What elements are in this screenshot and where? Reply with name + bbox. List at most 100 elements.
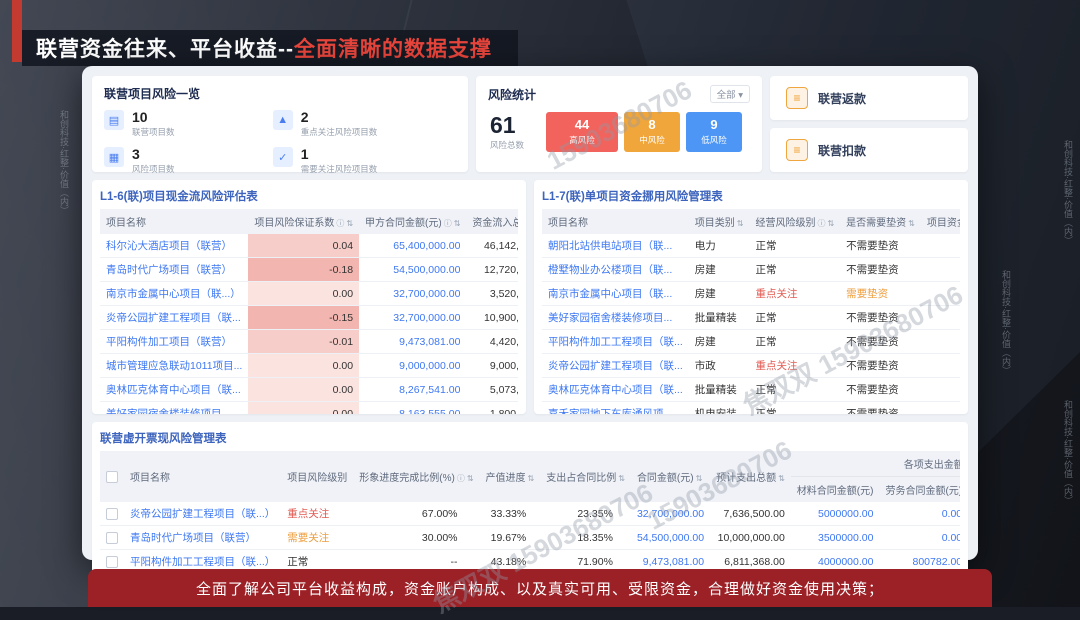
column-header[interactable]: 项目名称: [100, 209, 248, 234]
fund-balance-cell[interactable]: 4,421,335: [921, 378, 960, 402]
table-row[interactable]: 炎帝公园扩建工程项目（联... 市政 重点关注 不需要垫资 3,733,500: [542, 354, 960, 378]
output-progress-cell: 33.33%: [480, 502, 541, 526]
project-link[interactable]: 橙墅物业办公楼项目（联...: [548, 262, 683, 277]
table-row[interactable]: 橙墅物业办公楼项目（联... 房建 正常 不需要垫资 374,333: [542, 258, 960, 282]
project-link[interactable]: 炎帝公园扩建工程项目（联...: [548, 358, 683, 373]
sort-icon[interactable]: ⇅: [696, 474, 703, 483]
contract-amount-cell[interactable]: 32,700,000.00: [359, 306, 466, 330]
column-header[interactable]: 支出占合同比例⇅: [540, 451, 631, 502]
table-row[interactable]: 城市管理应急联动1011项目... 0.00 9,000,000.00 9,00…: [100, 354, 518, 378]
fund-balance-cell[interactable]: 951,900: [921, 282, 960, 306]
column-header[interactable]: 形象进度完成比例(%)ⓘ⇅: [353, 451, 479, 502]
table-row[interactable]: 青岛时代广场项目（联营） 需要关注 30.00% 19.67% 18.35% 5…: [100, 526, 960, 550]
sort-icon[interactable]: ⇅: [528, 474, 535, 483]
table-row[interactable]: 炎帝公园扩建工程项目（联... -0.15 32,700,000.00 10,9…: [100, 306, 518, 330]
project-link[interactable]: 奥林匹克体育中心项目（联...: [548, 382, 683, 397]
sort-icon[interactable]: ⇅: [737, 219, 744, 228]
deduction-action-card[interactable]: ≡ 联营扣款: [770, 128, 968, 172]
project-link[interactable]: 平阳构件加工项目（联营）: [106, 334, 242, 349]
refund-action-card[interactable]: ≡ 联营返款: [770, 76, 968, 120]
sort-icon[interactable]: ⇅: [346, 219, 353, 228]
project-link[interactable]: 南京市金属中心项目（联...: [548, 286, 683, 301]
table-row[interactable]: 奥林匹克体育中心项目（联... 0.00 8,267,541.00 5,073,…: [100, 378, 518, 402]
fund-balance-cell[interactable]: 3,733,500: [921, 354, 960, 378]
column-header[interactable]: 项目风险级别: [281, 451, 353, 502]
table-row[interactable]: 奥林匹克体育中心项目（联... 批量精装 正常 不需要垫资 4,421,335: [542, 378, 960, 402]
column-header[interactable]: 资金流入总额ⓘ⇅: [466, 209, 518, 234]
advance-cell: 不需要垫资: [840, 378, 921, 402]
fund-balance-cell[interactable]: 0: [921, 234, 960, 258]
contract-amount-cell[interactable]: 54,500,000.00: [631, 526, 710, 550]
column-header[interactable]: 劳务合同金额(元): [879, 477, 960, 503]
table-row[interactable]: 朝阳北站供电站项目（联... 电力 正常 不需要垫资 0: [542, 234, 960, 258]
sort-icon[interactable]: ⇅: [778, 474, 785, 483]
table-row[interactable]: 南京市金属中心项目（联... 房建 重点关注 需要垫资 951,900: [542, 282, 960, 306]
category-cell: 市政: [689, 354, 750, 378]
risk-level-value: 8: [624, 118, 680, 132]
fund-balance-cell[interactable]: 5,425,000: [921, 402, 960, 415]
project-link[interactable]: 炎帝公园扩建工程项目（联...）: [130, 506, 275, 521]
project-link[interactable]: 青岛时代广场项目（联营）: [106, 262, 242, 277]
column-header[interactable]: 项目名称: [124, 451, 281, 502]
project-link[interactable]: 城市管理应急联动1011项目...: [106, 358, 242, 373]
table-row[interactable]: 青岛时代广场项目（联营） -0.18 54,500,000.00 12,720,…: [100, 258, 518, 282]
project-link[interactable]: 朝阳北站供电站项目（联...: [548, 238, 683, 253]
column-header[interactable]: 项目资金池余额(元)ⓘ⇅: [921, 209, 960, 234]
project-name-cell: 青岛时代广场项目（联营）: [100, 258, 248, 282]
project-link[interactable]: 美好家园宿舍楼装修项目...: [548, 310, 683, 325]
project-link[interactable]: 奥林匹克体育中心项目（联...: [106, 382, 242, 397]
column-header[interactable]: 甲方合同金额(元)ⓘ⇅: [359, 209, 466, 234]
row-checkbox[interactable]: [106, 556, 118, 568]
sort-icon[interactable]: ⇅: [618, 474, 625, 483]
project-link[interactable]: 平阳构件加工工程项目（联...: [548, 334, 683, 349]
contract-amount-cell[interactable]: 32,700,000.00: [359, 282, 466, 306]
stat-label: 风险项目数: [132, 163, 175, 175]
column-header[interactable]: 预计支出总额⇅: [710, 451, 791, 502]
column-header[interactable]: 项目类别⇅: [689, 209, 750, 234]
fund-balance-cell[interactable]: 1,132,362: [921, 330, 960, 354]
column-header[interactable]: 经营风险级别ⓘ⇅: [749, 209, 840, 234]
project-link[interactable]: 科尔沁大酒店项目（联营）: [106, 238, 242, 253]
column-header[interactable]: 是否需要垫资⇅: [840, 209, 921, 234]
labor-amount-cell[interactable]: 0.00: [879, 502, 960, 526]
sort-icon[interactable]: ⇅: [454, 219, 461, 228]
contract-amount-cell[interactable]: 32,700,000.00: [631, 502, 710, 526]
table-row[interactable]: 平阳构件加工工程项目（联... 房建 正常 不需要垫资 1,132,362: [542, 330, 960, 354]
project-link[interactable]: 嘉禾家园地下车库通风项...: [548, 406, 683, 414]
sort-icon[interactable]: ⇅: [467, 474, 474, 483]
contract-amount-cell[interactable]: 8,267,541.00: [359, 378, 466, 402]
table-row[interactable]: 平阳构件加工项目（联营） -0.01 9,473,081.00 4,420,46…: [100, 330, 518, 354]
table-row[interactable]: 炎帝公园扩建工程项目（联...） 重点关注 67.00% 33.33% 23.3…: [100, 502, 960, 526]
contract-amount-cell[interactable]: 9,000,000.00: [359, 354, 466, 378]
table-row[interactable]: 科尔沁大酒店项目（联营） 0.04 65,400,000.00 46,142,3…: [100, 234, 518, 258]
row-checkbox[interactable]: [106, 508, 118, 520]
column-header[interactable]: 材料合同金额(元): [791, 477, 880, 503]
sort-icon[interactable]: ⇅: [827, 219, 834, 228]
material-amount-cell[interactable]: 3500000.00: [791, 526, 880, 550]
contract-amount-cell[interactable]: 8,163,555.00: [359, 402, 466, 415]
project-link[interactable]: 青岛时代广场项目（联营）: [130, 530, 275, 545]
contract-amount-cell[interactable]: 65,400,000.00: [359, 234, 466, 258]
sort-icon[interactable]: ⇅: [908, 219, 915, 228]
column-header[interactable]: 合同金额(元)⇅: [631, 451, 710, 502]
project-link[interactable]: 炎帝公园扩建工程项目（联...: [106, 310, 242, 325]
column-header[interactable]: 项目名称: [542, 209, 689, 234]
table-row[interactable]: 美好家园宿舍楼装修项目... 0.00 8,163,555.00 1,800,0…: [100, 402, 518, 415]
row-checkbox[interactable]: [106, 532, 118, 544]
labor-amount-cell[interactable]: 0.00: [879, 526, 960, 550]
project-link[interactable]: 南京市金属中心项目（联...）: [106, 286, 242, 301]
table-row[interactable]: 南京市金属中心项目（联...） 0.00 32,700,000.00 3,520…: [100, 282, 518, 306]
material-amount-cell[interactable]: 5000000.00: [791, 502, 880, 526]
project-link[interactable]: 平阳构件加工工程项目（联...）: [130, 554, 275, 569]
table-row[interactable]: 嘉禾家园地下车库通风项... 机电安装 正常 不需要垫资 5,425,000: [542, 402, 960, 415]
contract-amount-cell[interactable]: 54,500,000.00: [359, 258, 466, 282]
fund-balance-cell[interactable]: 374,333: [921, 258, 960, 282]
fund-balance-cell[interactable]: 1,096,000: [921, 306, 960, 330]
table-row[interactable]: 美好家园宿舍楼装修项目... 批量精装 正常 不需要垫资 1,096,000: [542, 306, 960, 330]
project-link[interactable]: 美好家园宿舍楼装修项目...: [106, 406, 242, 414]
select-all-checkbox[interactable]: [106, 471, 118, 483]
contract-amount-cell[interactable]: 9,473,081.00: [359, 330, 466, 354]
column-header[interactable]: 产值进度⇅: [480, 451, 541, 502]
risk-filter-dropdown[interactable]: 全部 ▾: [710, 85, 750, 103]
column-header[interactable]: 项目风险保证系数ⓘ⇅: [248, 209, 359, 234]
